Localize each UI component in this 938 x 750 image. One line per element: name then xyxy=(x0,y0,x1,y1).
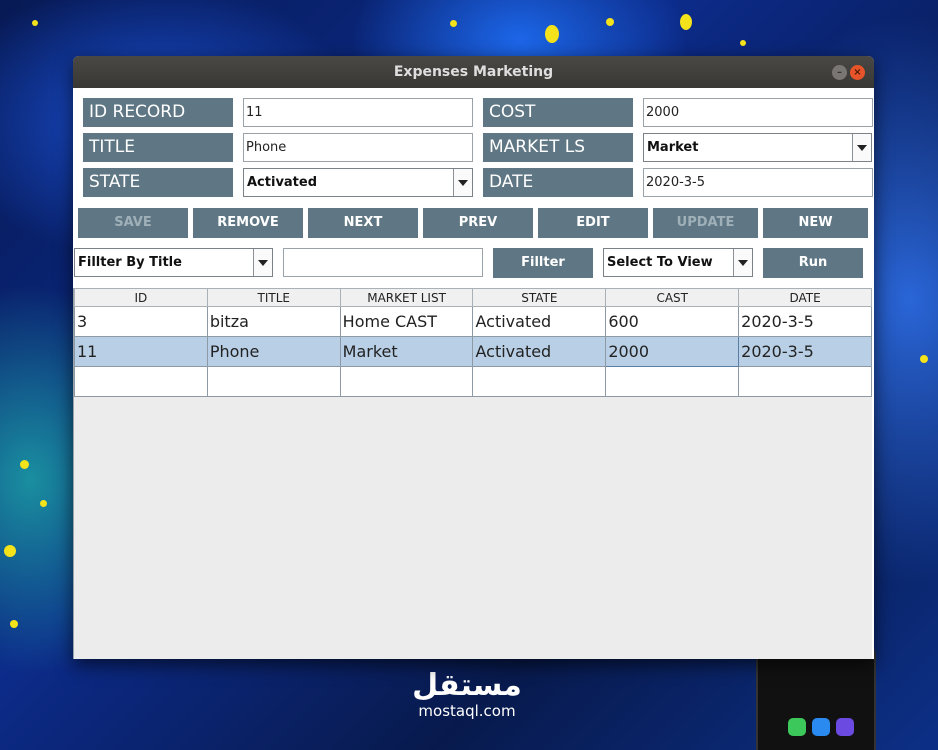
wallpaper-dot xyxy=(32,20,38,26)
records-table-area[interactable]: ID TITLE MARKET LIST STATE CAST DATE 3 b… xyxy=(73,288,872,659)
column-header-id[interactable]: ID xyxy=(74,288,208,307)
chevron-down-icon[interactable] xyxy=(852,134,871,161)
table-cell[interactable] xyxy=(206,366,341,397)
wallpaper-dot xyxy=(606,18,614,26)
tasks-icon xyxy=(836,718,854,736)
table-cell[interactable]: Phone xyxy=(206,336,341,367)
minimize-button[interactable]: – xyxy=(832,65,847,80)
column-header-state[interactable]: STATE xyxy=(472,288,607,307)
table-cell[interactable]: 3 xyxy=(74,306,208,337)
window-titlebar[interactable]: Expenses Marketing – × xyxy=(73,56,874,88)
edit-button[interactable]: EDIT xyxy=(538,208,648,238)
wallpaper-dot xyxy=(920,355,928,363)
date-label: DATE xyxy=(483,168,633,197)
table-cell[interactable]: Market xyxy=(339,336,474,367)
wallpaper-dot xyxy=(10,620,18,628)
next-button[interactable]: NEXT xyxy=(308,208,418,238)
table-cell[interactable]: Activated xyxy=(472,306,607,337)
close-button[interactable]: × xyxy=(850,65,865,80)
wallpaper-dot xyxy=(545,25,559,43)
records-table: ID TITLE MARKET LIST STATE CAST DATE 3 b… xyxy=(74,288,872,397)
run-button[interactable]: Run xyxy=(763,248,863,278)
column-header-title[interactable]: TITLE xyxy=(206,288,341,307)
safari-icon xyxy=(812,718,830,736)
table-cell[interactable] xyxy=(605,366,740,397)
wallpaper-dot xyxy=(680,14,692,30)
wallpaper-dot xyxy=(450,20,457,27)
wallpaper-dot xyxy=(4,545,16,557)
state-value: Activated xyxy=(247,175,318,190)
table-cell[interactable] xyxy=(74,366,208,397)
watermark-logo: مستقل mostaql.com xyxy=(402,668,532,721)
id-record-field[interactable]: 11 xyxy=(243,98,473,127)
table-cell[interactable]: Home CAST xyxy=(339,306,474,337)
view-value: Select To View xyxy=(607,255,713,270)
table-cell[interactable] xyxy=(472,366,607,397)
state-label: STATE xyxy=(83,168,233,197)
market-label: MARKET LS xyxy=(483,133,633,162)
state-dropdown[interactable]: Activated xyxy=(243,168,473,197)
prev-button[interactable]: PREV xyxy=(423,208,533,238)
main-panel: ID RECORD 11 TITLE Phone STATE Activated… xyxy=(73,88,874,659)
chevron-down-icon[interactable] xyxy=(733,249,752,276)
filter-input[interactable] xyxy=(283,248,483,277)
table-cell[interactable] xyxy=(738,366,872,397)
table-cell[interactable]: Activated xyxy=(472,336,607,367)
table-cell[interactable]: bitza xyxy=(206,306,341,337)
window-title: Expenses Marketing xyxy=(393,64,554,80)
watermark-arabic: مستقل xyxy=(412,668,522,703)
filter-button[interactable]: Fillter xyxy=(493,248,593,278)
filter-by-dropdown[interactable]: Fillter By Title xyxy=(74,248,273,277)
watermark-latin: mostaql.com xyxy=(418,702,516,720)
new-button[interactable]: NEW xyxy=(763,208,868,238)
table-header-row: ID TITLE MARKET LIST STATE CAST DATE xyxy=(74,288,872,307)
wallpaper-dot xyxy=(20,460,29,469)
table-row[interactable] xyxy=(74,366,872,397)
app-window: Expenses Marketing – × ID RECORD 11 TITL… xyxy=(73,56,874,659)
table-row-selected[interactable]: 11 Phone Market Activated 2000 2020-3-5 xyxy=(74,336,872,367)
column-header-date[interactable]: DATE xyxy=(738,288,872,307)
remove-button[interactable]: REMOVE xyxy=(193,208,303,238)
id-record-label: ID RECORD xyxy=(83,98,233,127)
table-cell-focused[interactable]: 2000 xyxy=(605,336,740,367)
column-header-market-list[interactable]: MARKET LIST xyxy=(339,288,474,307)
messages-icon xyxy=(788,718,806,736)
title-label: TITLE xyxy=(83,133,233,162)
market-dropdown[interactable]: Market xyxy=(643,133,872,162)
table-cell[interactable]: 2020-3-5 xyxy=(738,306,872,337)
cost-field[interactable]: 2000 xyxy=(643,98,873,127)
table-cell[interactable]: 11 xyxy=(74,336,208,367)
wallpaper-dot xyxy=(740,40,746,46)
table-cell[interactable]: 600 xyxy=(605,306,740,337)
table-row[interactable]: 3 bitza Home CAST Activated 600 2020-3-5 xyxy=(74,306,872,337)
cost-label: COST xyxy=(483,98,633,127)
date-field[interactable]: 2020-3-5 xyxy=(643,168,873,197)
chevron-down-icon[interactable] xyxy=(253,249,272,276)
table-cell[interactable]: 2020-3-5 xyxy=(738,336,872,367)
filter-by-value: Fillter By Title xyxy=(78,255,182,270)
column-header-cast[interactable]: CAST xyxy=(605,288,740,307)
update-button[interactable]: UPDATE xyxy=(653,208,758,238)
save-button[interactable]: SAVE xyxy=(78,208,188,238)
chevron-down-icon[interactable] xyxy=(453,169,472,196)
market-value: Market xyxy=(647,140,699,155)
title-field[interactable]: Phone xyxy=(243,133,473,162)
table-cell[interactable] xyxy=(339,366,474,397)
view-dropdown[interactable]: Select To View xyxy=(603,248,753,277)
wallpaper-dot xyxy=(40,500,47,507)
